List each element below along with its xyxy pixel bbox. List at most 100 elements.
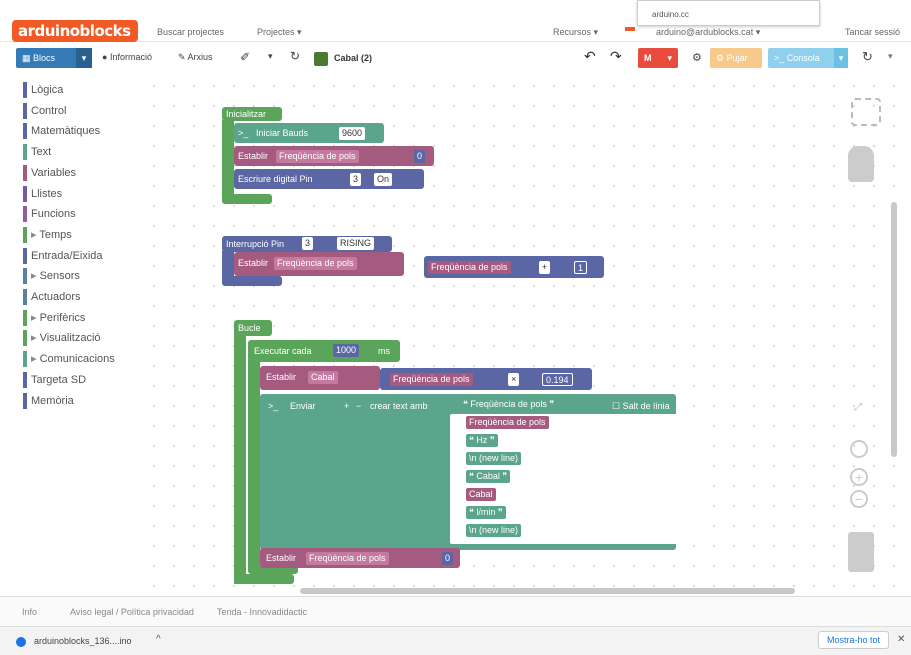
number-value[interactable]: 0 (414, 150, 426, 163)
rising-field[interactable]: RISING (337, 237, 375, 250)
footer-info-link[interactable]: Info (22, 607, 37, 617)
interrupt-block[interactable]: Interrupció Pin 3 RISING (222, 236, 392, 252)
palette-category[interactable]: ▸ Temps (23, 226, 72, 243)
zoom-out-icon[interactable]: − (850, 490, 868, 508)
info-button[interactable]: ● Informació (102, 52, 152, 62)
operator-field[interactable]: × (508, 373, 520, 386)
baud-field[interactable]: 9600 (339, 127, 366, 140)
variable-field[interactable]: Freqüència de pols (274, 257, 357, 270)
variable-field[interactable]: Freqüència de pols (306, 552, 389, 565)
number-value[interactable]: 0 (442, 552, 454, 565)
palette-category-label: Memòria (31, 394, 74, 407)
palette-category[interactable]: ▸ Perifèrics (23, 309, 85, 326)
chevron-down-icon[interactable]: ▾ (834, 48, 848, 68)
expand-arrow-icon: ▸ (31, 332, 40, 345)
trash-icon[interactable] (848, 532, 874, 572)
set-freq-reset-block[interactable]: Establir Freqüència de pols 0 (260, 548, 460, 568)
resources-menu[interactable]: Recursos ▾ (553, 27, 598, 38)
pin-field[interactable]: 3 (350, 173, 362, 186)
undo-icon[interactable]: ↶ (584, 48, 596, 65)
show-all-button[interactable]: Mostra-ho tot (818, 631, 890, 649)
files-button[interactable]: ✎ Arxius (178, 52, 213, 63)
blocks-button[interactable]: ▦ Blocs ▾ (16, 48, 92, 68)
variable-field[interactable]: Freqüència de pols (428, 261, 511, 274)
download-file[interactable]: arduinoblocks_136....ino (34, 636, 132, 646)
palette-category[interactable]: ▸ Visualització (23, 330, 101, 347)
plus-icon[interactable]: + (344, 401, 349, 411)
save-button[interactable]: M ▾ (638, 48, 678, 68)
palette-category[interactable]: ▸ Sensors (23, 268, 80, 285)
digital-write-block[interactable]: Escriure digital Pin 3 On (234, 169, 424, 189)
palette-category[interactable]: Actuadors (23, 289, 81, 305)
palette-category[interactable]: Lògica (23, 82, 63, 98)
variable-field[interactable]: Freqüència de pols (390, 373, 473, 386)
set-freq-increment-block[interactable]: Establir Freqüència de pols (234, 252, 404, 276)
newline-text[interactable]: \n (new line) (466, 524, 522, 537)
interval-value[interactable]: 1000 (333, 344, 360, 357)
recenter-icon[interactable] (850, 440, 868, 458)
number-value[interactable]: 1 (574, 261, 588, 274)
pin-field[interactable]: 3 (302, 237, 314, 250)
text-literal[interactable]: ❝ Cabal ❞ (466, 470, 511, 483)
workspace-vertical-scrollbar[interactable] (891, 202, 897, 457)
text-literal[interactable]: ❝ l/min ❞ (466, 506, 506, 519)
palette-category[interactable]: Matemàtiques (23, 123, 100, 140)
palette-category[interactable]: Funcions (23, 206, 76, 223)
palette-category[interactable]: Entrada/Eixida (23, 247, 103, 264)
fullscreen-icon[interactable]: ⤢ (854, 402, 862, 413)
minus-icon[interactable]: − (356, 401, 361, 411)
palette-category[interactable]: Targeta SD (23, 371, 86, 388)
number-value[interactable]: 0.194 (542, 373, 573, 386)
footer-shop-link[interactable]: Tenda - Innovadidactic (217, 607, 307, 617)
chevron-down-icon[interactable]: ▾ (888, 51, 893, 62)
math-multiply-block[interactable]: Freqüència de pols × 0.194 (380, 368, 592, 390)
chevron-up-icon[interactable]: ^ (156, 634, 161, 645)
variable-field[interactable]: Freqüència de pols (466, 416, 549, 429)
chevron-down-icon[interactable]: ▾ (76, 48, 92, 68)
palette-category-label: Entrada/Eixida (31, 249, 103, 262)
operator-field[interactable]: + (539, 261, 551, 274)
palette-category[interactable]: Variables (23, 164, 76, 181)
user-menu[interactable]: arduino@ardublocks.cat ▾ (656, 27, 760, 38)
loop-foot (234, 574, 294, 584)
interrupt-foot (222, 276, 282, 286)
serial-init-block[interactable]: >_ Iniciar Bauds 9600 (234, 123, 384, 143)
logout-link[interactable]: Tancar sessió (845, 27, 900, 37)
settings-icon[interactable]: ⚙ (692, 51, 702, 64)
palette-category[interactable]: Text (23, 144, 51, 161)
set-cabal-block[interactable]: Establir Cabal (260, 366, 380, 390)
search-projects-link[interactable]: Buscar projectes (157, 27, 224, 37)
arduinoblocks-logo[interactable]: arduinoblocks (12, 20, 138, 42)
upload-button[interactable]: ⚙ Pujar (710, 48, 762, 68)
screenshot-icon[interactable] (851, 98, 881, 126)
wrench-icon[interactable]: ✐ (240, 50, 250, 64)
chevron-down-icon[interactable]: ▾ (268, 51, 273, 62)
projects-menu[interactable]: Projectes ▾ (257, 27, 302, 38)
palette-category[interactable]: Memòria (23, 392, 74, 409)
text-literal[interactable]: ❝ Hz ❞ (466, 434, 498, 447)
language-flag-icon[interactable] (625, 27, 635, 31)
redo-icon[interactable]: ↷ (610, 48, 622, 65)
footer-legal-link[interactable]: Aviso legal / Política privacidad (70, 607, 194, 617)
text-literal[interactable]: ❝ Freqüència de pols ❞ (460, 398, 558, 411)
palette-category[interactable]: ▸ Comunicacions (23, 351, 115, 368)
newline-checkbox[interactable]: ☐ Salt de línia (612, 401, 670, 412)
variable-field[interactable]: Cabal (466, 488, 496, 501)
backpack-icon[interactable] (848, 146, 874, 182)
math-add-block[interactable]: Freqüència de pols + 1 (424, 256, 604, 278)
palette-category[interactable]: Control (23, 102, 66, 119)
newline-text[interactable]: \n (new line) (466, 452, 522, 465)
close-icon[interactable]: ✕ (897, 634, 905, 645)
blockly-workspace[interactable]: Inicialitzar >_ Iniciar Bauds 9600 Estab… (144, 76, 911, 596)
workspace-horizontal-scrollbar[interactable] (300, 588, 795, 594)
palette-category[interactable]: Llistes (23, 185, 62, 202)
variable-field[interactable]: Cabal (308, 371, 338, 384)
reload-icon[interactable]: ↻ (862, 49, 873, 65)
set-freq-block[interactable]: Establir Freqüència de pols 0 (234, 146, 434, 166)
variable-field[interactable]: Freqüència de pols (276, 150, 359, 163)
on-field[interactable]: On (374, 173, 393, 186)
zoom-in-icon[interactable]: + (850, 468, 868, 486)
refresh-icon[interactable]: ↻ (290, 49, 300, 63)
every-block[interactable]: Executar cada 1000 ms (248, 340, 400, 362)
init-block[interactable]: Inicialitzar (222, 107, 282, 121)
